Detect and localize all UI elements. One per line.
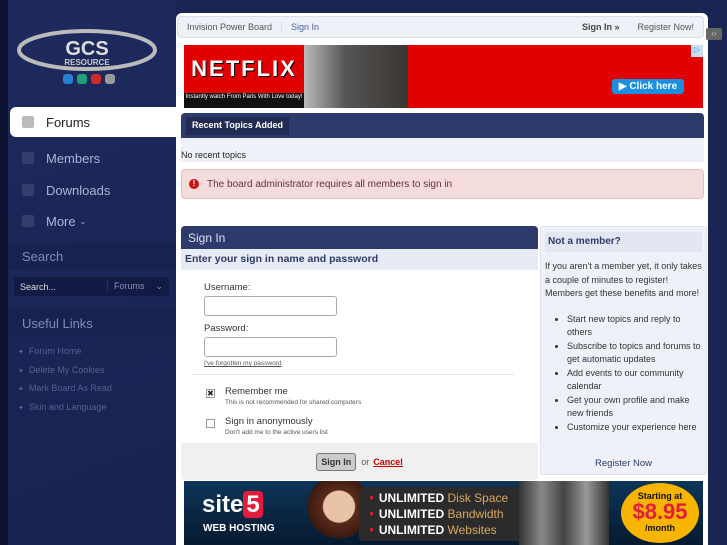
- sign-in-panel: Sign In Enter your sign in name and pass…: [181, 226, 538, 480]
- benefits-list: Start new topics and reply to others Sub…: [541, 301, 706, 435]
- benefit-item: Subscribe to topics and forums to get au…: [567, 340, 702, 367]
- password-label: Password:: [204, 323, 249, 334]
- error-message: ! The board administrator requires all me…: [181, 169, 704, 199]
- nav-label: More: [46, 213, 76, 229]
- search-box[interactable]: Search... Forums ⌄: [14, 277, 169, 296]
- not-member-intro: If you aren't a member yet, it only take…: [545, 261, 702, 298]
- sign-in-subtitle: Enter your sign in name and password: [181, 249, 538, 270]
- anonymous-desc: Don't add me to the active users list: [225, 429, 328, 436]
- ad-click-button[interactable]: ▶ Click here: [612, 79, 684, 94]
- recent-topics-title: Recent Topics Added: [186, 117, 290, 135]
- remember-me-desc: This is not recommended for shared compu…: [225, 399, 362, 406]
- plus-icon: [22, 215, 34, 227]
- anonymous-label: Sign in anonymously: [225, 416, 313, 427]
- ad-brand: site 5: [202, 491, 263, 519]
- nav-label: Downloads: [46, 182, 111, 198]
- ad-image: [304, 45, 408, 108]
- ad-price-badge: Starting at $8.95 /month: [621, 483, 699, 543]
- ad-brand: NETFLIX: [191, 56, 297, 81]
- divider: [191, 374, 514, 375]
- useful-links-list: Forum Home Delete My Cookies Mark Board …: [18, 346, 112, 420]
- useful-links-heading: Useful Links: [8, 310, 176, 337]
- recent-topics-header: Recent Topics Added: [181, 113, 704, 138]
- anonymous-checkbox[interactable]: [206, 419, 215, 428]
- benefit-item: Customize your experience here: [567, 421, 702, 435]
- download-icon: [22, 184, 34, 196]
- link-skin-language[interactable]: Skin and Language: [18, 402, 112, 421]
- sign-in-title: Sign In: [181, 226, 538, 249]
- search-scope-select[interactable]: Forums ⌄: [107, 281, 169, 292]
- ad-button-label: Click here: [629, 81, 678, 92]
- left-edge: [0, 0, 8, 545]
- link-delete-cookies[interactable]: Delete My Cookies: [18, 365, 112, 384]
- search-heading: Search: [8, 243, 176, 270]
- breadcrumb-home[interactable]: Invision Power Board: [178, 22, 281, 32]
- sign-in-link[interactable]: Sign In »: [573, 22, 629, 32]
- netflix-ad-banner[interactable]: NETFLIX Instantly watch From Paris With …: [184, 45, 703, 108]
- password-input[interactable]: [204, 337, 337, 357]
- ad-feature: UNLIMITED Websites: [369, 522, 539, 538]
- adchoices-icon[interactable]: ▷: [691, 45, 703, 57]
- exclamation-icon: !: [189, 179, 199, 189]
- nav-forums[interactable]: Forums: [10, 107, 176, 137]
- svg-text:GCS: GCS: [65, 38, 108, 60]
- expand-toggle-icon[interactable]: ‹›: [706, 28, 722, 40]
- search-input[interactable]: Search...: [14, 282, 107, 292]
- speech-bubble-icon: [22, 116, 34, 128]
- svg-text:RESOURCE: RESOURCE: [64, 58, 110, 67]
- ad-brand-text: site: [202, 491, 244, 518]
- benefit-item: Start new topics and reply to others: [567, 313, 702, 340]
- chevron-down-icon: ⌄: [155, 281, 163, 291]
- username-input[interactable]: [204, 296, 337, 316]
- form-actions: Sign In or Cancel: [181, 443, 538, 480]
- register-now-link[interactable]: Register Now: [541, 458, 706, 469]
- register-link[interactable]: Register Now!: [628, 22, 703, 32]
- nav-more[interactable]: More ⌄: [10, 206, 176, 236]
- benefit-item: Get your own profile and make new friend…: [567, 394, 702, 421]
- ad-brand-num: 5: [243, 491, 263, 518]
- search-scope-label: Forums: [114, 281, 145, 291]
- username-label: Username:: [204, 282, 251, 293]
- price-unit: /month: [645, 523, 675, 533]
- recent-topics-empty: No recent topics: [181, 138, 704, 162]
- breadcrumb: Invision Power Board Sign In Sign In » Re…: [177, 16, 704, 38]
- ad-caption: Instantly watch From Paris With Love tod…: [184, 93, 304, 108]
- chevron-down-icon: ⌄: [79, 216, 87, 226]
- not-a-member-panel: Not a member? If you aren't a member yet…: [540, 226, 707, 475]
- cancel-link[interactable]: Cancel: [373, 457, 403, 467]
- nav-label: Members: [46, 150, 101, 166]
- user-icon: [22, 152, 34, 164]
- nav-members[interactable]: Members: [10, 143, 176, 173]
- ad-feature: UNLIMITED Disk Space: [369, 490, 539, 506]
- error-text: The board administrator requires all mem…: [207, 178, 453, 190]
- price: $8.95: [632, 499, 688, 524]
- sign-in-button[interactable]: Sign In: [316, 452, 357, 471]
- site-logo: GCS RESOURCE: [17, 29, 157, 84]
- benefit-item: Add events to our community calendar: [567, 367, 702, 394]
- ad-tagline: WEB HOSTING: [203, 523, 275, 534]
- not-member-title: Not a member?: [545, 232, 702, 252]
- remember-me-label: Remember me: [225, 386, 288, 397]
- link-forum-home[interactable]: Forum Home: [18, 346, 112, 365]
- ad-server-image: [519, 481, 609, 545]
- ad-feature: UNLIMITED Bandwidth: [369, 506, 539, 522]
- ad-features: UNLIMITED Disk Space UNLIMITED Bandwidth…: [359, 487, 539, 541]
- or-text: or: [361, 456, 370, 467]
- link-mark-read[interactable]: Mark Board As Read: [18, 383, 112, 402]
- forgot-password-link[interactable]: I've forgotten my password: [204, 360, 281, 367]
- breadcrumb-current[interactable]: Sign In: [281, 22, 328, 32]
- remember-me-checkbox[interactable]: ✖: [206, 389, 215, 398]
- nav-downloads[interactable]: Downloads: [10, 175, 176, 205]
- nav-label: Forums: [46, 114, 91, 130]
- site5-ad-banner[interactable]: site5 WEB HOSTING UNLIMITED Disk Space U…: [184, 481, 703, 545]
